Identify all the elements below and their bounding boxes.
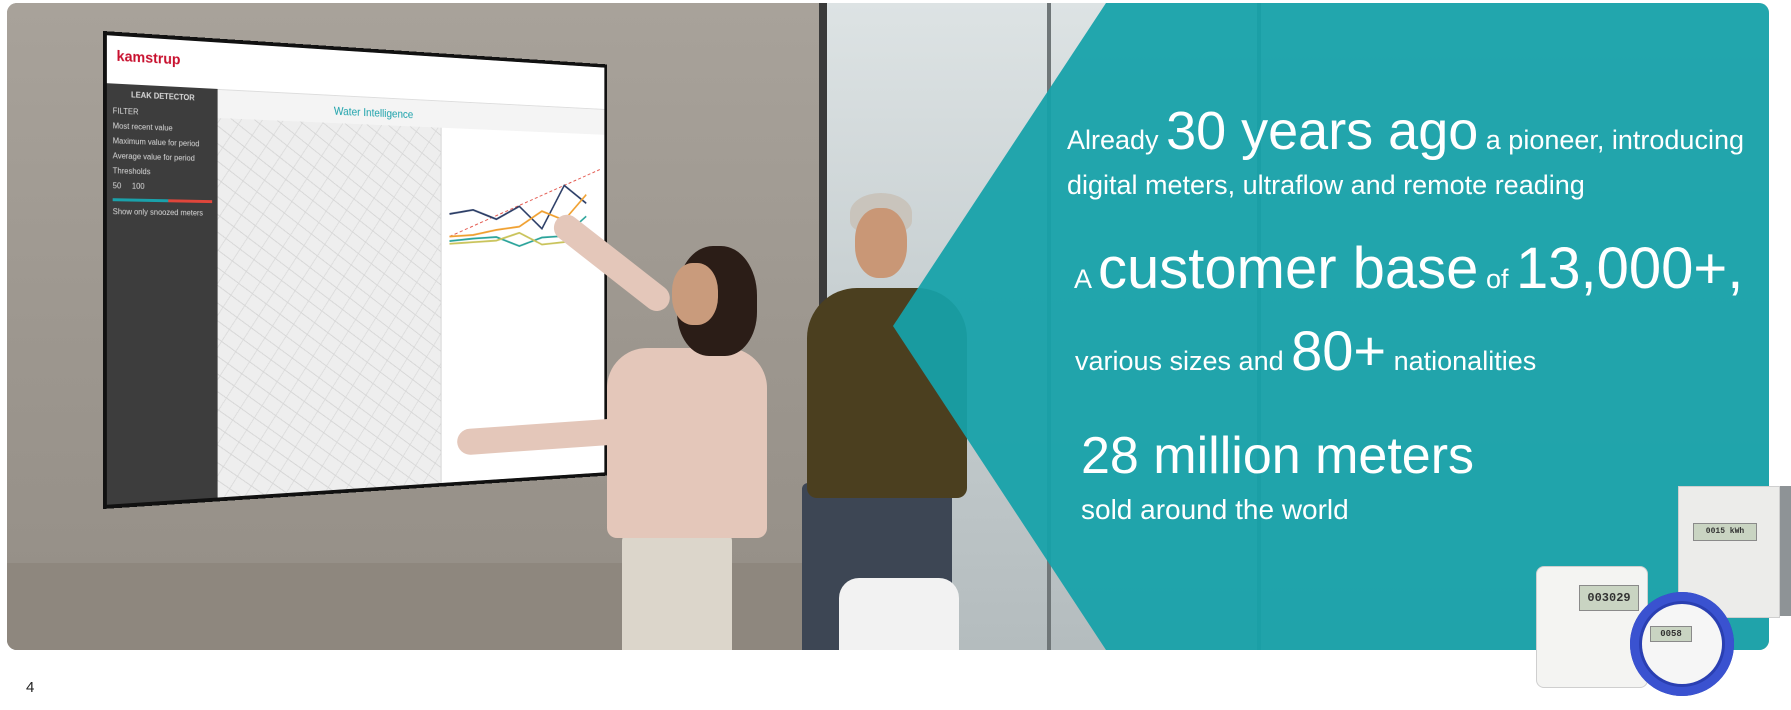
headline-customer-base: A customer base of 13,000+, [1074,236,1744,301]
headline-nationalities: various sizes and 80+ nationalities [1075,319,1537,382]
headline-meters: 28 million meters [1081,427,1475,485]
headline-products: digital meters, ultraflow and remote rea… [1067,170,1585,200]
headline-years: Already 30 years ago a pioneer, introduc… [1067,101,1744,161]
meter-display: 0015 kWh [1693,523,1757,541]
highlight-customer-base: customer base [1098,236,1479,301]
highlight-customer-count: 13,000+, [1515,236,1744,301]
highlight-nationalities: 80+ [1291,319,1387,382]
water-meter: 0058 [1630,592,1734,696]
page-number: 4 [26,679,35,696]
heat-meter: 003029 [1536,566,1648,688]
headline-meters-sub: sold around the world [1081,494,1349,525]
meter-dial [1642,604,1722,684]
meter-display: 0058 [1650,626,1692,642]
meter-display: 003029 [1579,585,1639,611]
highlight-years: 30 years ago [1166,101,1479,161]
slide: kamstrup LEAK DETECTOR FILTER Most recen… [0,0,1791,710]
